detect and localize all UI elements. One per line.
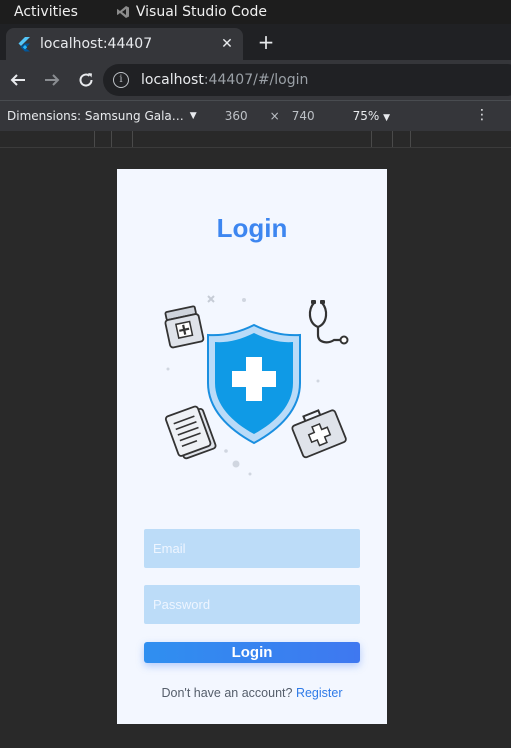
media-query-ruler (0, 131, 511, 148)
no-account-text: Don't have an account? (161, 686, 293, 700)
shield-icon (207, 323, 301, 445)
register-link[interactable]: Register (296, 686, 343, 700)
url-text[interactable]: localhost:44407/#/login (141, 72, 308, 88)
tab-close-icon[interactable]: ✕ (219, 36, 235, 52)
device-viewport: Login Email Password Login Don't have an… (117, 169, 387, 724)
browser-tab-strip: localhost:44407 ✕ + (0, 24, 511, 60)
back-arrow-icon[interactable] (6, 68, 30, 92)
medical-records-icon (164, 405, 217, 460)
device-toolbar: Dimensions: Samsung Gala… ▼ 360 × 740 75… (0, 100, 511, 131)
forward-arrow-icon[interactable] (40, 68, 64, 92)
device-dropdown[interactable]: Dimensions: Samsung Gala… (7, 109, 184, 123)
viewport-width-input[interactable]: 360 (225, 109, 248, 123)
browser-tab[interactable]: localhost:44407 ✕ (6, 28, 243, 60)
medicine-jar-icon (164, 305, 205, 349)
site-info-icon[interactable]: i (113, 72, 129, 88)
zoom-dropdown[interactable]: 75% ▼ (353, 109, 390, 123)
medical-shield-illustration (164, 295, 349, 476)
page-title: Login (216, 213, 288, 243)
address-bar[interactable]: i localhost:44407/#/login (103, 64, 511, 96)
register-prompt: Don't have an account? Register (117, 686, 387, 700)
tab-title: localhost:44407 (40, 36, 153, 52)
first-aid-kit-icon (291, 409, 347, 459)
os-top-bar: Activities Visual Studio Code (0, 0, 511, 24)
new-tab-button[interactable]: + (256, 30, 276, 54)
active-app-indicator[interactable]: Visual Studio Code (116, 4, 267, 20)
reload-icon[interactable] (74, 68, 98, 92)
more-options-icon[interactable]: ⋮ (475, 107, 489, 123)
email-field[interactable]: Email (144, 529, 360, 568)
activities-button[interactable]: Activities (14, 4, 78, 20)
app-name: Visual Studio Code (135, 4, 268, 20)
flutter-favicon-icon (18, 37, 30, 52)
browser-toolbar: i localhost:44407/#/login (0, 60, 511, 100)
vscode-icon (116, 6, 129, 18)
device-dropdown-caret-icon[interactable]: ▼ (190, 111, 197, 121)
login-button[interactable]: Login (144, 642, 360, 663)
dimension-separator: × (269, 109, 280, 123)
stethoscope-icon (308, 300, 349, 345)
viewport-height-input[interactable]: 740 (292, 109, 315, 123)
password-field[interactable]: Password (144, 585, 360, 624)
